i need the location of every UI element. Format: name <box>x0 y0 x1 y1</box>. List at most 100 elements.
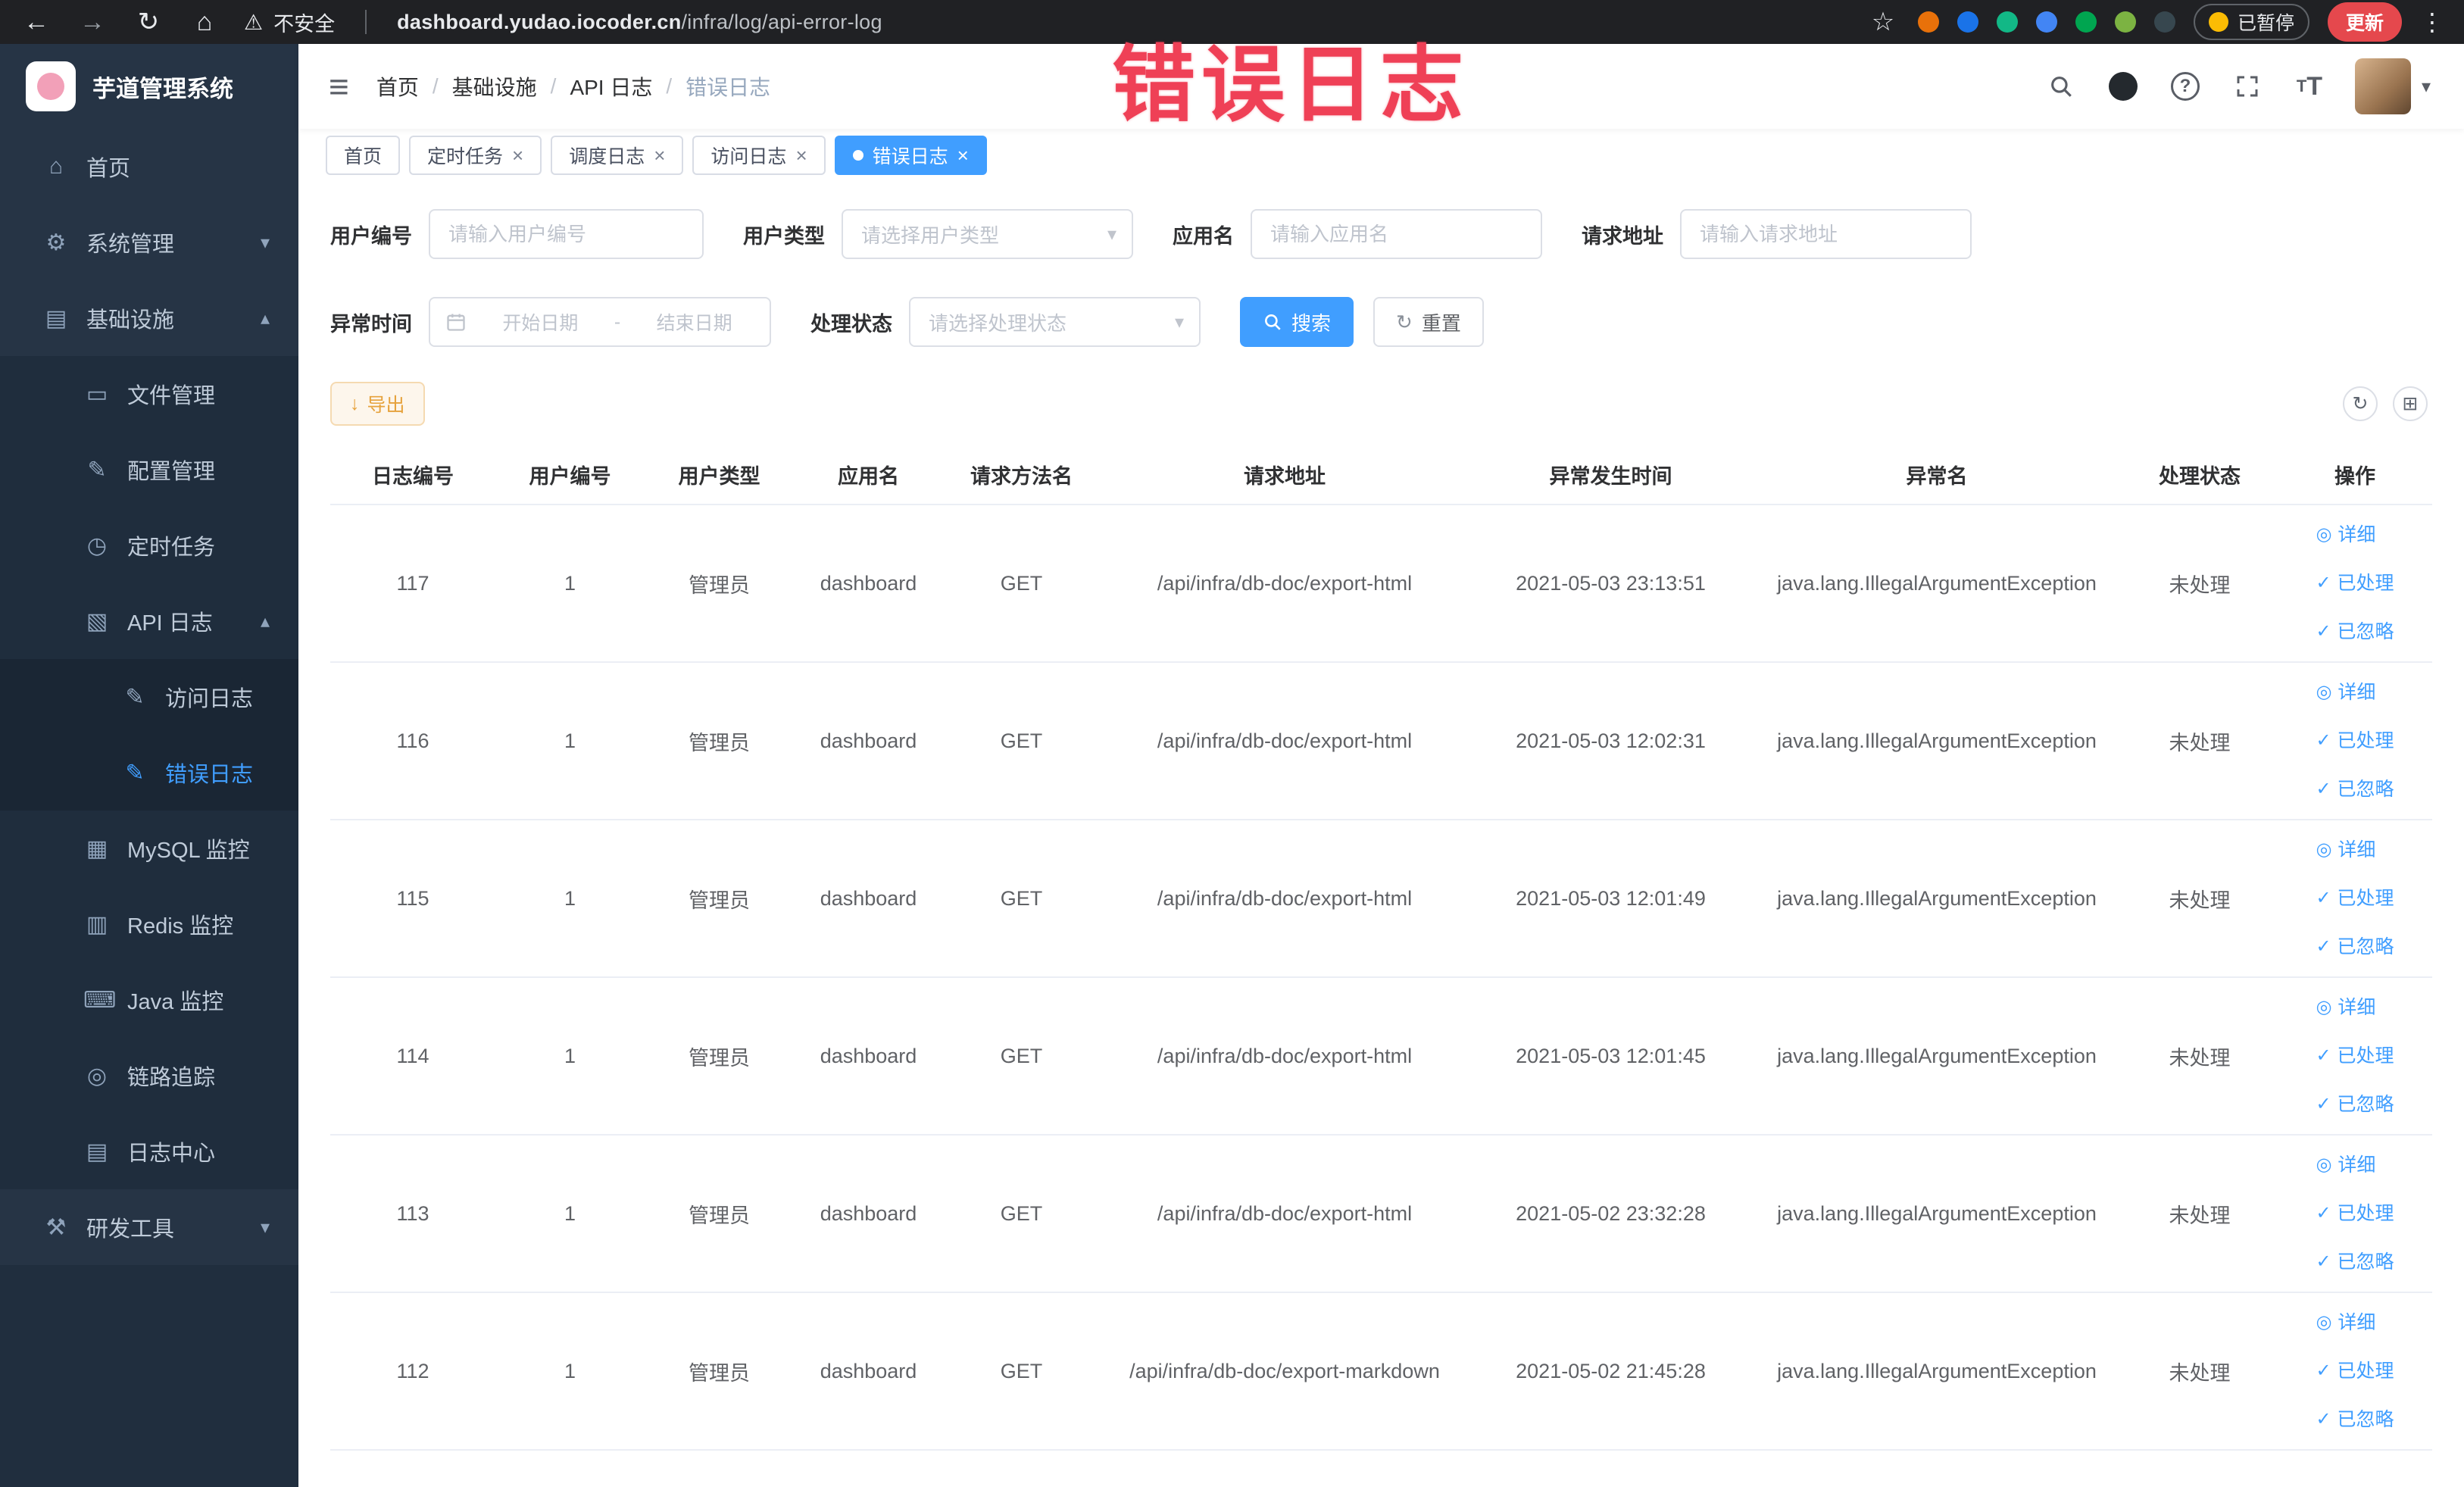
sidebar-item-log-center[interactable]: ▤ 日志中心 <box>0 1114 298 1189</box>
mark-ignored-link[interactable]: ✓ 已忽略 <box>2316 1238 2394 1286</box>
detail-link[interactable]: ◎ 详细 <box>2316 511 2375 559</box>
sidebar-item-infrastructure[interactable]: ▤ 基础设施 ▴ <box>0 280 298 356</box>
fullscreen-icon[interactable] <box>2231 70 2264 103</box>
mark-processed-link[interactable]: ✓ 已处理 <box>2316 874 2394 923</box>
user-type-select[interactable]: 请选择用户类型 ▾ <box>842 209 1133 259</box>
tab-label: 定时任务 <box>427 146 504 167</box>
search-icon[interactable] <box>2044 70 2078 103</box>
sidebar-item-java-monitor[interactable]: ⌨ Java 监控 <box>0 962 298 1038</box>
mark-ignored-link[interactable]: ✓ 已忽略 <box>2316 765 2394 814</box>
user-type-label: 用户类型 <box>743 224 825 248</box>
user-menu[interactable]: ▾ <box>2354 58 2431 114</box>
mark-processed-link[interactable]: ✓ 已处理 <box>2316 1189 2394 1238</box>
breadcrumb-item[interactable]: API 日志 <box>570 71 652 102</box>
github-icon[interactable] <box>2106 70 2140 103</box>
detail-link[interactable]: ◎ 详细 <box>2316 826 2375 874</box>
mark-ignored-link[interactable]: ✓ 已忽略 <box>2316 923 2394 971</box>
devtools-icon: ⚒ <box>45 1214 67 1240</box>
sidebar-item-system-mgmt[interactable]: ⚙ 系统管理 ▾ <box>0 205 298 280</box>
col-status: 处理状态 <box>2122 445 2278 505</box>
mark-ignored-link[interactable]: ✓ 已忽略 <box>2316 608 2394 656</box>
reset-button[interactable]: ↻ 重置 <box>1373 297 1484 347</box>
column-settings-button[interactable]: ⊞ <box>2393 386 2428 421</box>
sidebar-item-config-mgmt[interactable]: ✎ 配置管理 <box>0 432 298 508</box>
user-id-input[interactable] <box>429 209 704 259</box>
tab-scheduled-tasks[interactable]: 定时任务 × <box>409 136 542 175</box>
request-url-input[interactable] <box>1680 209 1972 259</box>
sidebar-item-label: 链路追踪 <box>127 1066 216 1090</box>
hamburger-icon[interactable]: ≡ <box>329 66 349 107</box>
browser-menu-icon[interactable]: ⋮ <box>2420 8 2444 36</box>
detail-link[interactable]: ◎ 详细 <box>2316 983 2375 1032</box>
sidebar-item-error-log[interactable]: ✎ 错误日志 <box>0 735 298 811</box>
tab-access-log[interactable]: 访问日志 × <box>692 136 826 175</box>
detail-link[interactable]: ◎ 详细 <box>2316 1141 2375 1189</box>
cell-app-name: dashboard <box>794 1135 943 1293</box>
close-icon[interactable]: × <box>512 144 523 167</box>
font-size-icon[interactable]: TT <box>2293 70 2326 103</box>
bookmark-star-icon[interactable]: ☆ <box>1866 7 1900 37</box>
app-name-input[interactable] <box>1251 209 1542 259</box>
sidebar-item-file-mgmt[interactable]: ▭ 文件管理 <box>0 356 298 432</box>
address-bar[interactable]: dashboard.yudao.iocoder.cn/infra/log/api… <box>397 11 882 34</box>
tab-home[interactable]: 首页 <box>326 136 401 175</box>
breadcrumb-separator: / <box>432 74 439 98</box>
close-icon[interactable]: × <box>795 144 807 167</box>
close-icon[interactable]: × <box>957 144 969 167</box>
calendar-icon <box>445 311 467 333</box>
search-button[interactable]: 搜索 <box>1240 297 1354 347</box>
header-actions: ? TT ▾ <box>2044 58 2431 114</box>
detail-link[interactable]: ◎ 详细 <box>2316 1298 2375 1347</box>
search-button-label: 搜索 <box>1291 311 1332 335</box>
sidebar-item-label: 基础设施 <box>86 308 175 333</box>
mark-processed-link[interactable]: ✓ 已处理 <box>2316 1032 2394 1080</box>
extension-icon-5[interactable] <box>2075 11 2097 33</box>
tab-schedule-log[interactable]: 调度日志 × <box>551 136 684 175</box>
paused-badge[interactable]: 已暂停 <box>2193 4 2309 40</box>
security-indicator[interactable]: ⚠ 不安全 <box>244 8 335 37</box>
col-exception-name: 异常名 <box>1752 445 2122 505</box>
extension-icon-7[interactable] <box>2153 11 2175 33</box>
sidebar-item-mysql-monitor[interactable]: ▦ MySQL 监控 <box>0 811 298 886</box>
help-icon[interactable]: ? <box>2169 70 2202 103</box>
back-icon[interactable]: ← <box>20 8 53 37</box>
export-button[interactable]: ↓ 导出 <box>330 382 425 426</box>
detail-link[interactable]: ◎ 详细 <box>2316 668 2375 717</box>
sidebar-item-trace[interactable]: ◎ 链路追踪 <box>0 1038 298 1114</box>
tab-label: 调度日志 <box>569 146 645 167</box>
mark-ignored-link[interactable]: ✓ 已忽略 <box>2316 1080 2394 1129</box>
check-icon: ✓ <box>2316 1360 2331 1381</box>
breadcrumb-item[interactable]: 基础设施 <box>452 71 537 102</box>
smiley-icon <box>2208 12 2228 32</box>
tab-error-log[interactable]: 错误日志 × <box>834 136 987 175</box>
sidebar-item-api-log[interactable]: ▧ API 日志 ▴ <box>0 583 298 659</box>
extension-icon-2[interactable] <box>1957 11 1978 33</box>
mark-processed-link[interactable]: ✓ 已处理 <box>2316 559 2394 608</box>
sidebar-item-dev-tools[interactable]: ⚒ 研发工具 ▾ <box>0 1189 298 1265</box>
mark-ignored-link[interactable]: ✓ 已忽略 <box>2316 1395 2394 1444</box>
sidebar-item-redis-monitor[interactable]: ▥ Redis 监控 <box>0 886 298 962</box>
col-exception-time: 异常发生时间 <box>1469 445 1752 505</box>
breadcrumb-item[interactable]: 首页 <box>376 71 419 102</box>
cell-user-type: 管理员 <box>645 977 794 1136</box>
mark-processed-link[interactable]: ✓ 已处理 <box>2316 717 2394 765</box>
app-logo[interactable]: 芋道管理系统 <box>0 44 298 129</box>
extension-icon-4[interactable] <box>2035 11 2057 33</box>
sidebar-item-home[interactable]: ⌂ 首页 <box>0 129 298 205</box>
extension-icon-6[interactable] <box>2114 11 2136 33</box>
cell-request-url: /api/infra/db-doc/export-html <box>1100 977 1469 1136</box>
sidebar-item-scheduled-tasks[interactable]: ◷ 定时任务 <box>0 508 298 583</box>
home-icon[interactable]: ⌂ <box>188 8 221 37</box>
reload-icon[interactable]: ↻ <box>132 7 165 37</box>
update-button[interactable]: 更新 <box>2327 2 2402 42</box>
extension-icon-1[interactable] <box>1917 11 1939 33</box>
mark-processed-link[interactable]: ✓ 已处理 <box>2316 1347 2394 1395</box>
forward-icon[interactable]: → <box>76 8 109 37</box>
process-status-select[interactable]: 请选择处理状态 ▾ <box>909 297 1201 347</box>
close-icon[interactable]: × <box>654 144 665 167</box>
extension-icon-3[interactable] <box>1996 11 2018 33</box>
refresh-table-button[interactable]: ↻ <box>2343 386 2378 421</box>
sidebar-item-label: 访问日志 <box>165 687 254 711</box>
sidebar-item-access-log[interactable]: ✎ 访问日志 <box>0 659 298 735</box>
date-range-picker[interactable]: 开始日期 - 结束日期 <box>429 297 771 347</box>
